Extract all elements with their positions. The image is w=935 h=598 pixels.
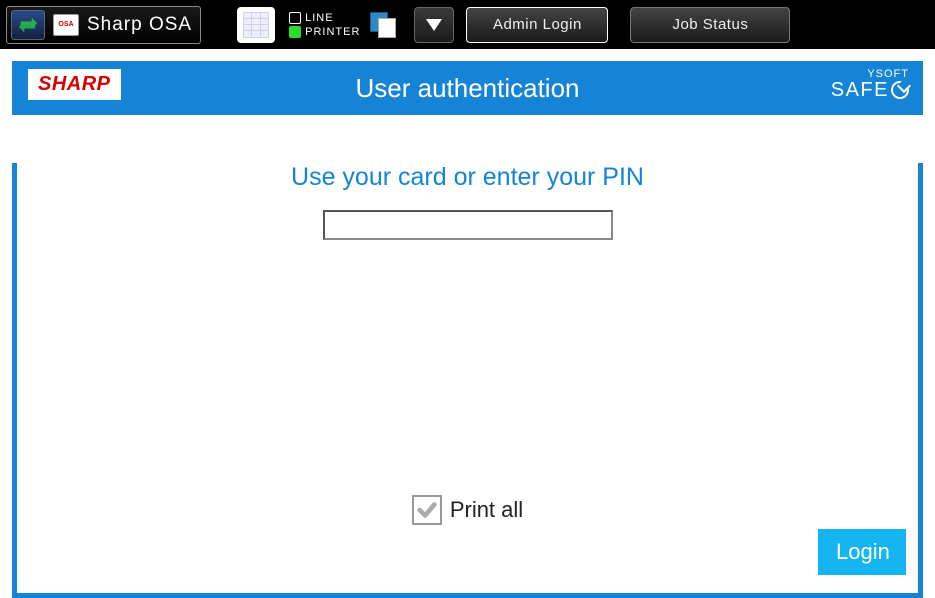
- documents-icon: [368, 12, 402, 38]
- print-all-label: Print all: [450, 497, 523, 523]
- status-indicators: LINE PRINTER: [289, 12, 360, 38]
- safeq-text: SAFE: [831, 80, 889, 100]
- ysoft-safeq-logo: YSOFT SAFE: [831, 69, 909, 100]
- keypad-icon[interactable]: [237, 7, 275, 43]
- auth-panel: Use your card or enter your PIN Print al…: [12, 163, 923, 598]
- job-status-button[interactable]: Job Status: [630, 7, 790, 43]
- safeq-ring-icon: [891, 81, 909, 99]
- app-title: Sharp OSA: [87, 14, 192, 36]
- line-status-label: LINE: [305, 12, 333, 24]
- refresh-icon[interactable]: [11, 10, 45, 40]
- printer-status-icon: [289, 26, 301, 38]
- auth-prompt: Use your card or enter your PIN: [17, 163, 918, 192]
- line-status-icon: [289, 12, 301, 24]
- pin-input[interactable]: [323, 210, 613, 240]
- print-all-checkbox[interactable]: [412, 495, 442, 525]
- printer-status-label: PRINTER: [305, 26, 360, 38]
- system-toolbar: OSA Sharp OSA LINE PRINTER Admin Login J…: [0, 0, 935, 49]
- page-title: User authentication: [12, 73, 923, 104]
- osa-chip-icon: OSA: [53, 14, 79, 36]
- admin-login-button[interactable]: Admin Login: [466, 7, 608, 43]
- login-button[interactable]: Login: [818, 529, 906, 575]
- title-bar: SHARP User authentication YSOFT SAFE: [12, 61, 923, 115]
- print-all-row: Print all: [17, 495, 918, 525]
- app-header-box: OSA Sharp OSA: [6, 6, 201, 44]
- dropdown-button[interactable]: [414, 7, 454, 43]
